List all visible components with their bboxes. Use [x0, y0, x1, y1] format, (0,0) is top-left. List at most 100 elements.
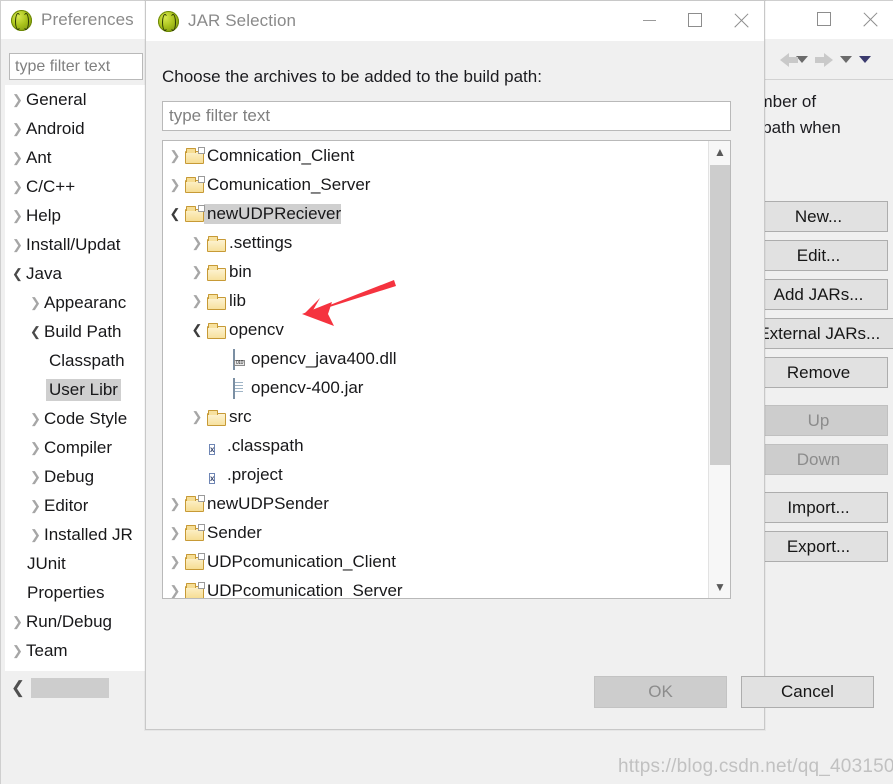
chevron-right-icon[interactable]: ❯ — [27, 296, 44, 309]
chevron-right-icon[interactable]: ❯ — [165, 526, 185, 539]
folder-icon — [207, 322, 226, 339]
chevron-right-icon[interactable]: ❯ — [9, 93, 26, 106]
tree-item-comunication-server[interactable]: ❯ Comunication_Server — [163, 170, 698, 199]
jar-close-button[interactable] — [718, 1, 764, 39]
new-button[interactable]: New... — [749, 201, 888, 232]
sidebar-item-compiler[interactable]: ❯ Compiler — [5, 433, 145, 462]
chevron-right-icon[interactable]: ❯ — [165, 178, 185, 191]
chevron-right-icon[interactable]: ❯ — [9, 122, 26, 135]
chevron-right-icon[interactable]: ❯ — [9, 180, 26, 193]
jar-filter-input[interactable]: type filter text — [162, 101, 731, 131]
sidebar-item-general[interactable]: ❯ General — [5, 85, 145, 114]
scroll-up-icon[interactable]: ▲ — [709, 141, 730, 163]
export-button[interactable]: Export... — [749, 531, 888, 562]
scroll-down-icon[interactable]: ▼ — [709, 576, 730, 598]
chevron-right-icon[interactable]: ❯ — [27, 412, 44, 425]
sidebar-item-team[interactable]: ❯ Team — [5, 636, 145, 665]
user-libraries-button-column: New... Edit... Add JARs... l External JA… — [735, 201, 893, 570]
jar-tree-vscrollbar[interactable]: ▲ ▼ — [708, 141, 730, 598]
forward-arrow-icon[interactable] — [815, 52, 833, 67]
sidebar-item-code-style[interactable]: ❯ Code Style — [5, 404, 145, 433]
jar-dialog-window-controls — [626, 1, 764, 39]
chevron-right-icon[interactable]: ❯ — [9, 238, 26, 251]
tree-item-src[interactable]: ❯ src — [163, 402, 698, 431]
chevron-right-icon[interactable]: ❯ — [165, 555, 185, 568]
add-jars-button[interactable]: Add JARs... — [749, 279, 888, 310]
sidebar-item-junit[interactable]: JUnit — [5, 549, 145, 578]
vscrollbar-thumb[interactable] — [710, 165, 730, 465]
chevron-right-icon[interactable]: ❯ — [165, 149, 185, 162]
import-button[interactable]: Import... — [749, 492, 888, 523]
sidebar-item-build-path[interactable]: ❮ Build Path — [5, 317, 145, 346]
jar-ok-button[interactable]: OK — [594, 676, 727, 708]
remove-button[interactable]: Remove — [749, 357, 888, 388]
sidebar-item-help[interactable]: ❯ Help — [5, 201, 145, 230]
chevron-right-icon[interactable]: ❯ — [9, 151, 26, 164]
tree-item-project[interactable]: x .project — [163, 460, 698, 489]
tree-item-comnication-client[interactable]: ❯ Comnication_Client — [163, 141, 698, 170]
tree-item-newudpreciever[interactable]: ❮ newUDPReciever — [163, 199, 698, 228]
chevron-right-icon[interactable]: ❯ — [27, 470, 44, 483]
sidebar-item-debug[interactable]: ❯ Debug — [5, 462, 145, 491]
preferences-tree-hscrollbar[interactable]: ❮ — [5, 675, 145, 701]
tree-item-newudpsender[interactable]: ❯ newUDPSender — [163, 489, 698, 518]
jar-minimize-button[interactable] — [626, 1, 672, 39]
chevron-down-icon[interactable]: ❮ — [27, 325, 44, 338]
forward-history-chevron-down-icon[interactable] — [840, 56, 852, 63]
chevron-right-icon[interactable]: ❯ — [187, 265, 207, 278]
chevron-down-icon[interactable]: ❮ — [9, 267, 26, 280]
chevron-down-icon[interactable]: ❮ — [187, 323, 207, 336]
chevron-right-icon[interactable]: ❯ — [165, 584, 185, 597]
tree-item-udpcomunication-client[interactable]: ❯ UDPcomunication_Client — [163, 547, 698, 576]
sidebar-item-install-update[interactable]: ❯ Install/Updat — [5, 230, 145, 259]
scroll-left-icon[interactable]: ❮ — [5, 675, 31, 701]
chevron-right-icon[interactable]: ❯ — [187, 236, 207, 249]
sidebar-item-java[interactable]: ❮ Java — [5, 259, 145, 288]
chevron-right-icon[interactable]: ❯ — [27, 441, 44, 454]
tree-item-lib[interactable]: ❯ lib — [163, 286, 698, 315]
tree-item-classpath[interactable]: x .classpath — [163, 431, 698, 460]
sidebar-item-c-cpp[interactable]: ❯ C/C++ — [5, 172, 145, 201]
sidebar-item-properties[interactable]: Properties — [5, 578, 145, 607]
chevron-right-icon[interactable]: ❯ — [187, 294, 207, 307]
jar-dialog-titlebar: JAR Selection — [146, 1, 764, 41]
edit-button[interactable]: Edit... — [749, 240, 888, 271]
jar-cancel-button[interactable]: Cancel — [741, 676, 874, 708]
chevron-right-icon[interactable]: ❯ — [27, 528, 44, 541]
preferences-maximize-button[interactable] — [801, 0, 847, 38]
sidebar-item-user-libraries[interactable]: User Libr — [5, 375, 145, 404]
chevron-right-icon[interactable]: ❯ — [165, 497, 185, 510]
chevron-down-icon[interactable]: ❮ — [165, 207, 185, 220]
tree-item-settings[interactable]: ❯ .settings — [163, 228, 698, 257]
tree-item-bin[interactable]: ❯ bin — [163, 257, 698, 286]
chevron-right-icon[interactable]: ❯ — [9, 615, 26, 628]
preferences-close-button[interactable] — [847, 0, 893, 38]
chevron-right-icon[interactable]: ❯ — [9, 644, 26, 657]
jar-maximize-button[interactable] — [672, 1, 718, 39]
down-button[interactable]: Down — [749, 444, 888, 475]
preferences-filter-input[interactable]: type filter text — [9, 53, 143, 80]
sidebar-item-editor[interactable]: ❯ Editor — [5, 491, 145, 520]
sidebar-item-validation[interactable]: Validation — [5, 665, 145, 672]
hscrollbar-thumb[interactable] — [31, 678, 109, 698]
sidebar-item-android[interactable]: ❯ Android — [5, 114, 145, 143]
back-arrow-icon[interactable] — [780, 52, 798, 67]
chevron-right-icon[interactable]: ❯ — [27, 499, 44, 512]
sidebar-item-installed-jres[interactable]: ❯ Installed JR — [5, 520, 145, 549]
preferences-tree[interactable]: ❯ General ❯ Android ❯ Ant ❯ C/C++ ❯ Help ❯ Ins… — [5, 85, 145, 671]
sidebar-item-run-debug[interactable]: ❯ Run/Debug — [5, 607, 145, 636]
chevron-right-icon[interactable]: ❯ — [187, 410, 207, 423]
tree-item-udpcomunication-server[interactable]: ❯ UDPcomunication_Server — [163, 576, 698, 598]
jar-tree[interactable]: ❯ Comnication_Client ❯ Comunication_Serv… — [163, 141, 698, 598]
tree-item-opencv-400-jar[interactable]: opencv-400.jar — [163, 373, 698, 402]
tree-item-opencv[interactable]: ❮ opencv — [163, 315, 698, 344]
view-menu-chevron-down-icon[interactable] — [859, 56, 871, 63]
sidebar-item-classpath[interactable]: Classpath — [5, 346, 145, 375]
tree-item-sender[interactable]: ❯ Sender — [163, 518, 698, 547]
watermark: https://blog.csdn.net/qq_40315080 — [618, 756, 893, 777]
sidebar-item-ant[interactable]: ❯ Ant — [5, 143, 145, 172]
up-button[interactable]: Up — [749, 405, 888, 436]
sidebar-item-appearance[interactable]: ❯ Appearanc — [5, 288, 145, 317]
chevron-right-icon[interactable]: ❯ — [9, 209, 26, 222]
tree-item-opencv-java400-dll[interactable]: 010 opencv_java400.dll — [163, 344, 698, 373]
